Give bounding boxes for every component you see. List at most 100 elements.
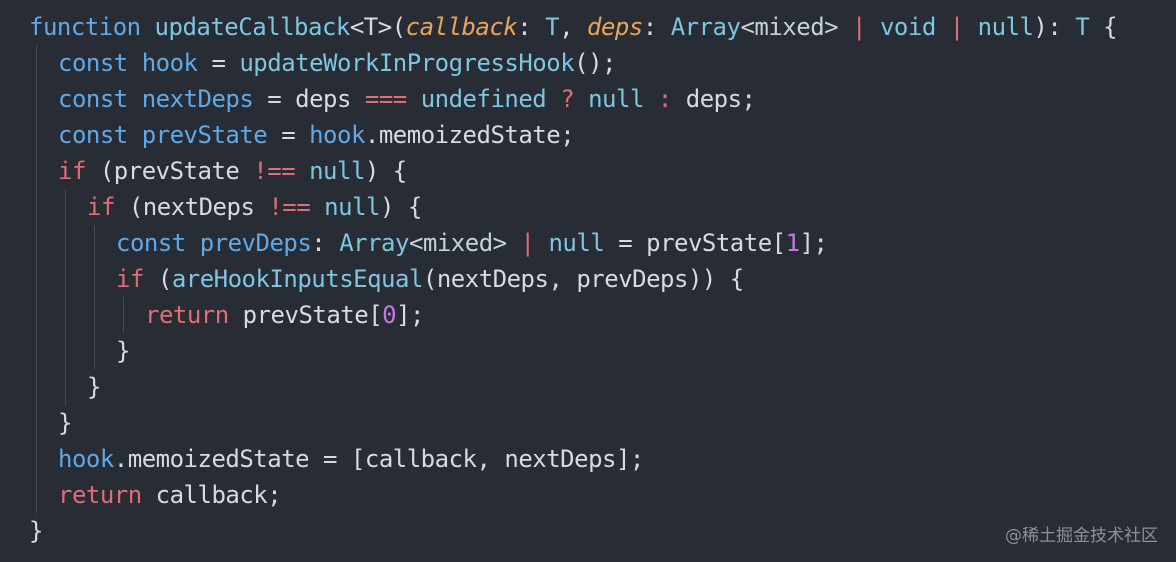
indent-guide xyxy=(36,45,37,81)
code-line: } xyxy=(0,333,1176,369)
code-token: <T>( xyxy=(349,13,406,41)
code-token: const xyxy=(58,49,142,77)
indent-guide xyxy=(36,369,37,405)
code-token: callback xyxy=(405,13,518,41)
code-token: T xyxy=(1075,13,1090,41)
indent-guide xyxy=(65,261,66,297)
code-token: (nextDeps, prevDeps)) { xyxy=(422,265,744,293)
code-token: | xyxy=(935,13,978,41)
code-token: nextDeps xyxy=(141,85,254,113)
code-token: areHookInputsEqual xyxy=(171,265,424,293)
code-token: undefined xyxy=(420,85,547,113)
indent-guide xyxy=(123,297,124,333)
code-token: | xyxy=(506,229,549,257)
code-token: ): xyxy=(1033,13,1076,41)
indent-guide xyxy=(94,297,95,333)
indent-guide xyxy=(65,225,66,261)
code-token: 0 xyxy=(382,301,397,329)
indent-guide xyxy=(36,477,37,513)
code-line: if (prevState !== null) { xyxy=(0,153,1176,189)
code-token: if xyxy=(116,265,144,293)
code-token: Array xyxy=(339,229,409,257)
code-token: } xyxy=(29,517,43,545)
code-token: return xyxy=(145,301,229,329)
code-token: <mixed> xyxy=(740,13,839,41)
code-line: const nextDeps = deps === undefined ? nu… xyxy=(0,81,1176,117)
code-token: === xyxy=(364,85,407,113)
code-line: } xyxy=(0,513,1176,549)
code-token: callback; xyxy=(141,481,282,509)
indent-guide xyxy=(94,225,95,261)
code-token: if xyxy=(87,193,115,221)
indent-guide xyxy=(36,261,37,297)
code-token: : xyxy=(642,13,671,41)
code-token: prevState[ xyxy=(228,301,383,329)
code-line: return callback; xyxy=(0,477,1176,513)
code-token: function xyxy=(29,13,155,41)
code-token: ]; xyxy=(396,301,425,329)
code-token: prevDeps xyxy=(199,229,312,257)
indent-guide xyxy=(36,153,37,189)
indent-guide xyxy=(36,405,37,441)
code-token: (nextDeps xyxy=(114,193,269,221)
code-token: null xyxy=(309,157,365,185)
code-editor: function updateCallback<T>(callback: T, … xyxy=(0,0,1176,562)
code-line: const prevState = hook.memoizedState; xyxy=(0,117,1176,153)
indent-guide xyxy=(36,441,37,477)
code-line: function updateCallback<T>(callback: T, … xyxy=(0,9,1176,45)
code-token: <mixed> xyxy=(408,229,507,257)
code-token: (prevState xyxy=(85,157,254,185)
indent-guide xyxy=(65,369,66,405)
code-token: if xyxy=(58,157,86,185)
indent-guide xyxy=(36,225,37,261)
code-token: ) { xyxy=(364,157,407,185)
watermark: @稀土掘金技术社区 xyxy=(1005,526,1158,546)
indent-guide xyxy=(94,261,95,297)
code-token: } xyxy=(58,409,72,437)
code-token: !== xyxy=(253,157,296,185)
code-line: if (nextDeps !== null) { xyxy=(0,189,1176,225)
indent-guide xyxy=(36,117,37,153)
code-token: ]; xyxy=(799,229,828,257)
code-token: : xyxy=(517,13,546,41)
code-token: prevState xyxy=(141,121,268,149)
code-token: Array xyxy=(670,13,741,41)
code-line: const prevDeps: Array<mixed> | null = pr… xyxy=(0,225,1176,261)
code-token: return xyxy=(58,481,142,509)
code-token: { xyxy=(1089,13,1118,41)
indent-guide xyxy=(36,297,37,333)
code-token: null xyxy=(324,193,380,221)
code-token: null xyxy=(548,229,605,257)
indent-guide xyxy=(94,333,95,369)
code-line: return prevState[0]; xyxy=(0,297,1176,333)
code-token: hook xyxy=(58,445,114,473)
code-token: !== xyxy=(268,193,311,221)
code-token: } xyxy=(116,337,130,365)
indent-guide xyxy=(36,81,37,117)
code-token: null xyxy=(588,85,644,113)
code-token: const xyxy=(58,121,142,149)
code-token: 1 xyxy=(785,229,800,257)
code-token: deps xyxy=(587,13,643,41)
code-token: ( xyxy=(143,265,172,293)
code-token: = deps xyxy=(253,85,365,113)
code-token: deps; xyxy=(671,85,756,113)
indent-guide xyxy=(65,333,66,369)
code-token: null xyxy=(977,13,1034,41)
code-token: void xyxy=(879,13,936,41)
code-line: if (areHookInputsEqual(nextDeps, prevDep… xyxy=(0,261,1176,297)
code-token: updateCallback xyxy=(154,13,351,41)
code-token: updateWorkInProgressHook xyxy=(239,49,575,77)
code-token: | xyxy=(838,13,880,41)
indent-guide xyxy=(36,333,37,369)
indent-guide xyxy=(65,189,66,225)
code-line: } xyxy=(0,405,1176,441)
code-token: T xyxy=(545,13,560,41)
code-token: const xyxy=(116,229,200,257)
indent-guide xyxy=(65,297,66,333)
code-token: ? xyxy=(560,85,575,113)
code-token: .memoizedState; xyxy=(364,121,575,149)
code-token: , xyxy=(559,13,587,41)
